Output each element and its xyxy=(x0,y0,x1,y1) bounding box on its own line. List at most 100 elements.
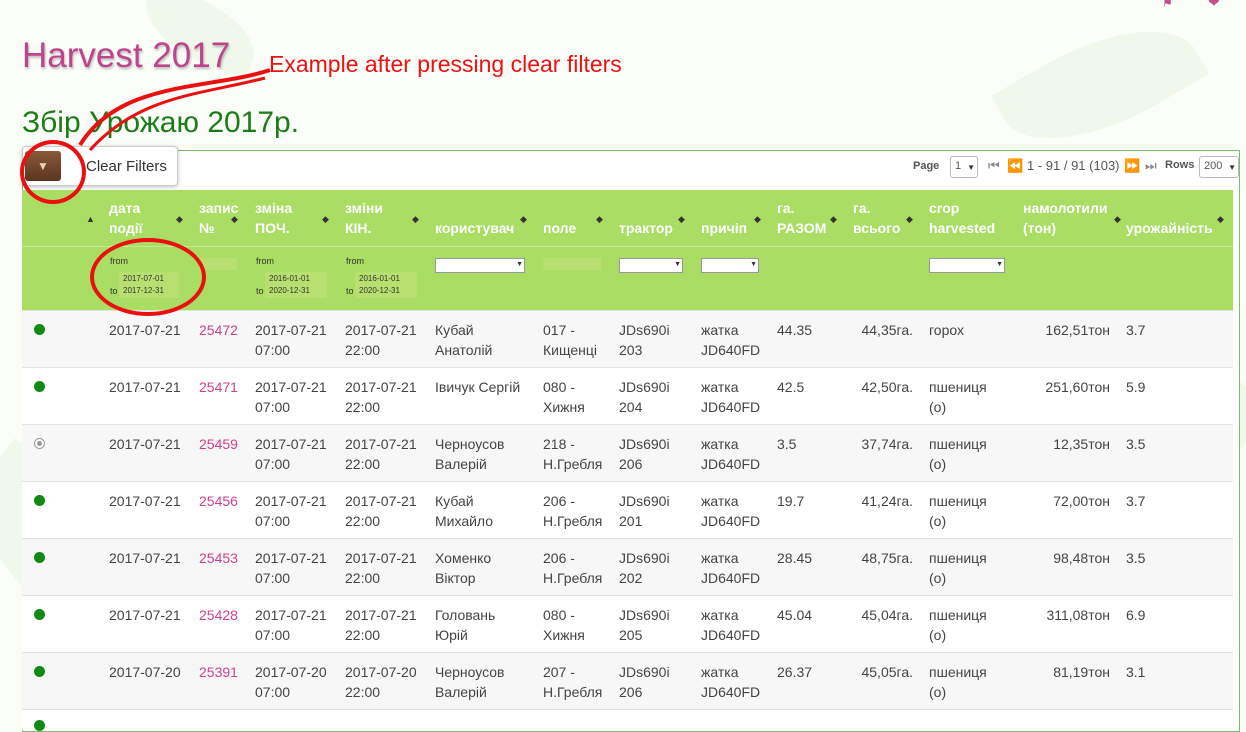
annotation-arrow xyxy=(78,68,271,152)
cell-tractor: JDs690i 206 xyxy=(619,434,670,474)
cell-text: Івичук Сергій xyxy=(435,379,521,395)
sort-icon[interactable]: ◆ xyxy=(596,214,603,225)
col-header-tons[interactable]: намолотили (тон) xyxy=(1023,198,1113,238)
cell-tractor: JDs690i 206 xyxy=(619,662,670,702)
cell-text: пшениця xyxy=(929,493,987,509)
field-filter-input[interactable] xyxy=(543,258,601,270)
cell-text: 2017-07-21 xyxy=(345,493,417,509)
table-row[interactable]: 2017-07-21 25453 2017-07-21 07:00 2017-07-21… xyxy=(22,538,1233,596)
sort-icon[interactable]: ◆ xyxy=(678,214,685,225)
sort-icon[interactable]: ◆ xyxy=(830,214,837,225)
cell-crop: горох xyxy=(929,320,964,340)
col-header-trailer[interactable]: причіп xyxy=(701,218,747,238)
table-row[interactable]: 2017-07-21 25456 2017-07-21 07:00 2017-07-21… xyxy=(22,481,1233,539)
cell-text: 2017-07-21 xyxy=(255,322,327,338)
cell-text: JD640FD xyxy=(701,627,761,643)
col-header-shift-end[interactable]: зміни КІН. xyxy=(345,198,395,238)
record-link[interactable]: 25391 xyxy=(199,662,238,682)
cell-text: 22:00 xyxy=(345,513,381,529)
tractor-filter-select[interactable]: ▼ xyxy=(619,258,683,273)
record-link[interactable]: 25428 xyxy=(199,605,238,625)
cell-text: 206 - xyxy=(543,493,575,509)
col-header-shift-start[interactable]: зміна ПОЧ. xyxy=(255,198,315,238)
cell-text: JD640FD xyxy=(701,399,761,415)
cell-date: 2017-07-21 xyxy=(109,548,181,568)
sort-icon[interactable]: ◆ xyxy=(1217,214,1224,225)
cell-tons: 12,35тон xyxy=(1053,434,1110,454)
cell-text: жатка xyxy=(701,379,739,395)
col-header-ha-total[interactable]: га. РАЗОМ xyxy=(777,198,833,238)
sort-icon[interactable]: ◆ xyxy=(231,214,238,225)
cell-date: 2017-07-21 xyxy=(109,320,181,340)
cell-text: Головань xyxy=(435,607,496,623)
cell-text: 017 - xyxy=(543,322,575,338)
col-header-field[interactable]: поле xyxy=(543,218,576,238)
cell-text: 2017-07-20 xyxy=(255,664,327,680)
record-link[interactable]: 25453 xyxy=(199,548,238,568)
sort-icon[interactable]: ◆ xyxy=(322,214,329,225)
trailer-filter-select[interactable]: ▼ xyxy=(701,258,759,273)
cell-crop: пшениця (о) xyxy=(929,434,987,474)
sort-icon[interactable]: ◆ xyxy=(176,214,183,225)
sort-icon[interactable]: ◆ xyxy=(1114,214,1121,225)
cell-trailer: жатка JD640FD xyxy=(701,377,760,417)
cell-date: 2017-07-21 xyxy=(109,491,181,511)
sort-icon[interactable]: ◆ xyxy=(754,214,761,225)
cell-text: 22:00 xyxy=(345,684,381,700)
cell-text: 44.35 xyxy=(777,322,813,338)
col-header-user[interactable]: користувач xyxy=(435,218,514,238)
cell-text: Черноусов xyxy=(435,664,505,680)
cell-text: 07:00 xyxy=(255,342,291,358)
cell-user: Івичук Сергій xyxy=(435,377,520,397)
col-header-crop[interactable]: crop harvested xyxy=(929,198,1005,238)
crop-filter-select[interactable]: ▼ xyxy=(929,258,1005,273)
cell-text: 080 - xyxy=(543,379,575,395)
table-row[interactable]: 2017-07-21 25459 2017-07-21 07:00 2017-07-21… xyxy=(22,424,1233,482)
cell-text: JD640FD xyxy=(701,456,761,472)
prev-page-icon[interactable]: ⏪ xyxy=(1007,158,1023,174)
col-header-tractor[interactable]: трактор xyxy=(619,218,673,238)
cell-text: Черноусов xyxy=(435,436,505,452)
cell-yield: 3.1 xyxy=(1126,662,1145,682)
table-row[interactable]: 2017-07-21 25472 2017-07-21 07:00 2017-07-21… xyxy=(22,310,1233,368)
annotation-circle xyxy=(90,238,206,316)
table-row[interactable]: 2017-07-20 25391 2017-07-20 07:00 2017-07-20… xyxy=(22,652,1233,710)
cell-text: 07:00 xyxy=(255,456,291,472)
cell-text: JD640FD xyxy=(701,342,761,358)
table-row[interactable] xyxy=(22,709,1233,731)
cell-ha-all: 37,74га. xyxy=(861,434,913,454)
end-from-value: 2016-01-01 xyxy=(359,274,400,283)
page-select[interactable]: 1 ▼ xyxy=(950,156,978,178)
cell-text: 203 xyxy=(619,342,643,358)
col-header-ha-all[interactable]: га. всього xyxy=(853,198,909,238)
cell-ha-total: 3.5 xyxy=(777,434,796,454)
table-row[interactable]: 2017-07-21 25471 2017-07-21 07:00 2017-07-21… xyxy=(22,367,1233,425)
col-header-date[interactable]: дата події xyxy=(109,198,169,238)
table-row[interactable]: 2017-07-21 25428 2017-07-21 07:00 2017-07-21… xyxy=(22,595,1233,653)
sort-icon[interactable]: ◆ xyxy=(906,214,913,225)
last-page-icon[interactable]: ⏭ xyxy=(1145,158,1157,174)
user-filter-select[interactable]: ▼ xyxy=(435,258,525,273)
record-link[interactable]: 25472 xyxy=(199,320,238,340)
flag-icon[interactable]: ⚑ xyxy=(1162,0,1176,10)
cell-text: 3.5 xyxy=(1126,550,1146,566)
cell-shift-end: 2017-07-21 22:00 xyxy=(345,548,417,588)
rows-select[interactable]: 200 ▼ xyxy=(1199,156,1239,178)
record-link[interactable]: 25471 xyxy=(199,377,238,397)
cell-text: жатка xyxy=(701,607,739,623)
sort-icon[interactable]: ◆ xyxy=(520,214,527,225)
first-page-icon[interactable]: ⏮ xyxy=(988,158,1000,174)
cell-ha-total: 19.7 xyxy=(777,491,804,511)
cell-text: пшениця xyxy=(929,664,987,680)
sort-icon[interactable]: ◆ xyxy=(412,214,419,225)
heart-icon[interactable]: ❤ xyxy=(1208,0,1224,10)
record-link[interactable]: 25456 xyxy=(199,491,238,511)
next-page-icon[interactable]: ⏩ xyxy=(1124,158,1140,174)
cell-crop: пшениця (о) xyxy=(929,605,987,645)
sort-icon[interactable]: ▲︎ xyxy=(86,214,95,224)
cell-text: 25472 xyxy=(199,322,238,338)
record-link[interactable]: 25459 xyxy=(199,434,238,454)
col-header-yield[interactable]: урожайність xyxy=(1126,218,1213,238)
cell-text: 25459 xyxy=(199,436,238,452)
cell-text: Кищенці xyxy=(543,342,597,358)
